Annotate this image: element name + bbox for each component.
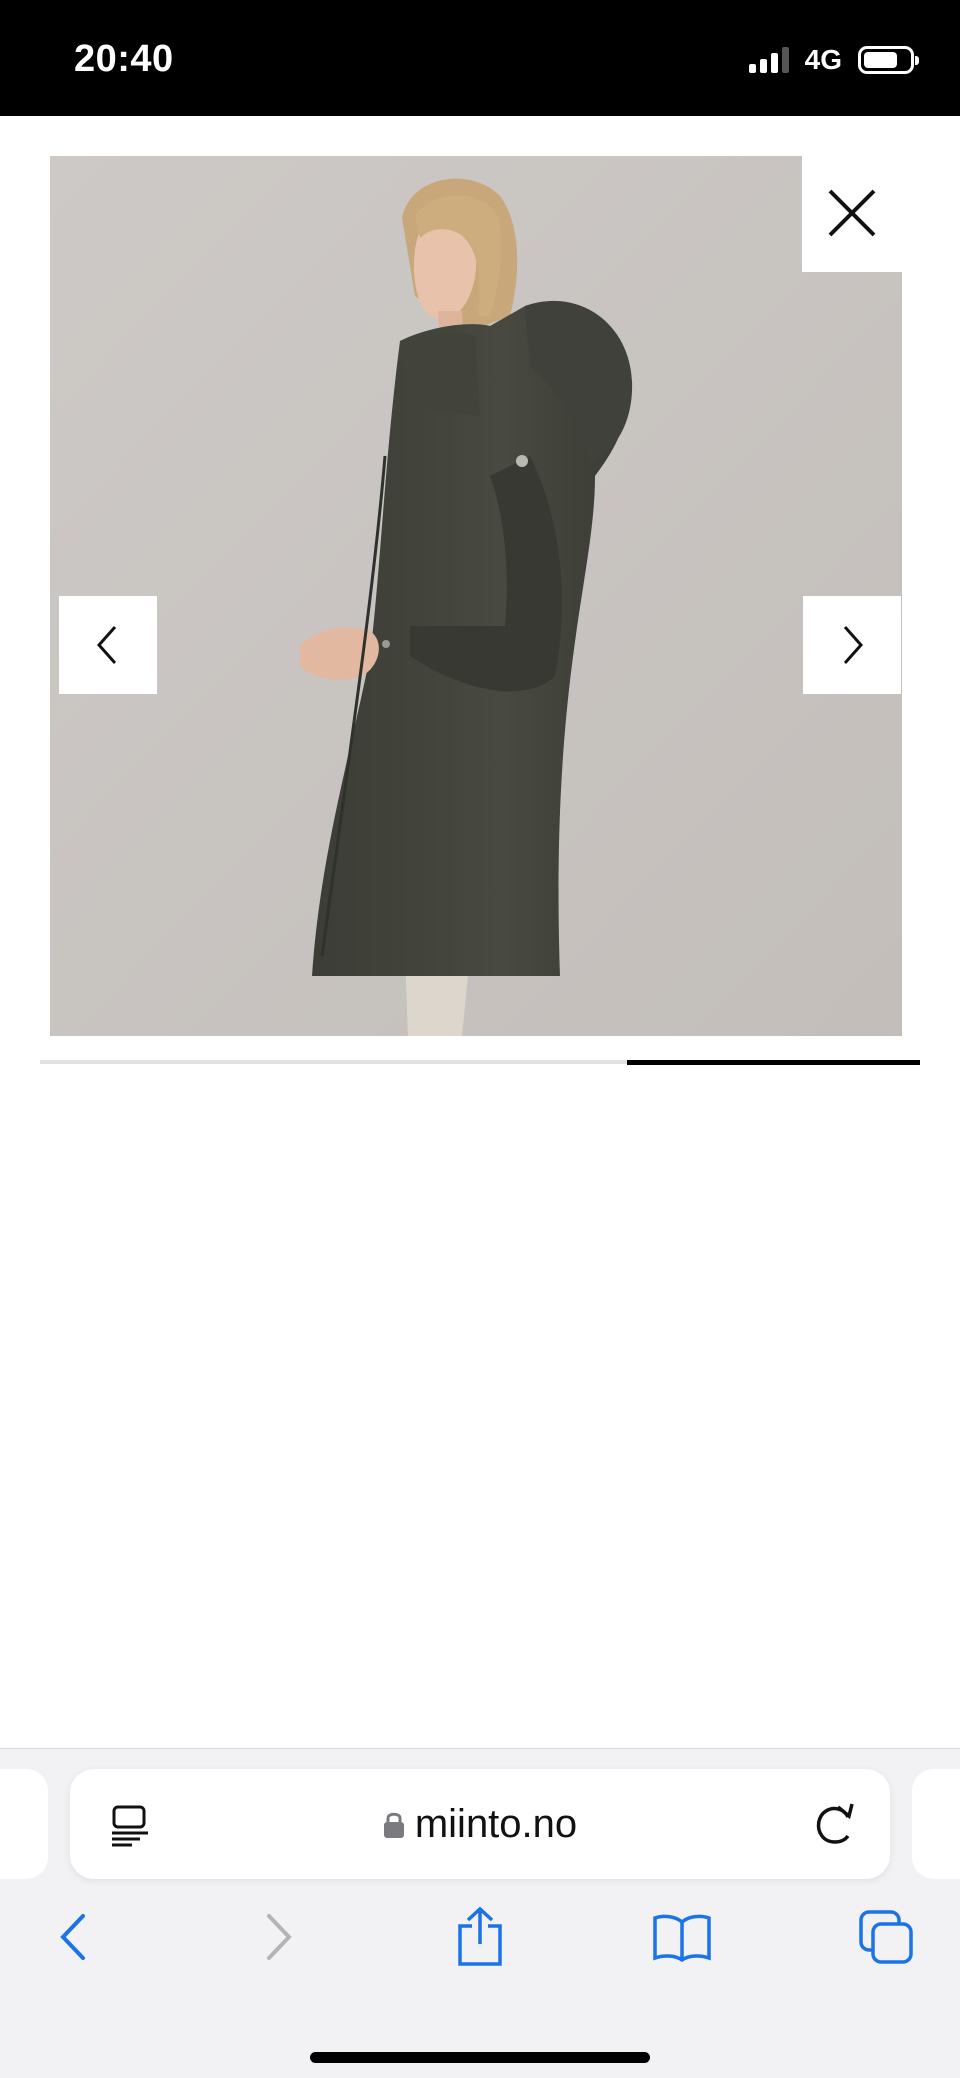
bookmarks-button[interactable] xyxy=(650,1905,714,1969)
back-icon xyxy=(60,1914,85,1960)
gallery-progress-fill xyxy=(627,1060,920,1065)
chevron-right-icon xyxy=(843,626,864,664)
gallery-progress xyxy=(40,1060,920,1065)
close-gallery-button[interactable] xyxy=(802,154,902,272)
chevron-left-icon xyxy=(96,626,117,664)
forward-icon xyxy=(267,1914,292,1960)
home-indicator[interactable] xyxy=(310,2052,650,2063)
battery-icon xyxy=(858,46,919,74)
address-bar[interactable]: miinto.no xyxy=(70,1769,890,1879)
lock-icon xyxy=(383,1812,404,1838)
forward-button[interactable] xyxy=(248,1905,312,1969)
url-text[interactable]: miinto.no xyxy=(415,1802,577,1847)
product-image[interactable] xyxy=(50,156,902,1036)
close-icon xyxy=(828,189,876,237)
page: 20:40 4G miinto.no xyxy=(0,0,960,2078)
status-bar: 20:40 4G xyxy=(0,0,960,116)
browser-chrome: miinto.no xyxy=(0,1748,960,2078)
prev-image-button[interactable] xyxy=(59,596,157,694)
browser-toolbar xyxy=(0,1899,960,1979)
signal-icon xyxy=(748,47,789,73)
url-display: miinto.no xyxy=(70,1769,890,1879)
share-icon xyxy=(458,1906,502,1966)
back-button[interactable] xyxy=(40,1905,104,1969)
share-button[interactable] xyxy=(448,1905,512,1969)
status-indicators: 4G xyxy=(748,44,919,76)
bookmarks-icon xyxy=(653,1914,711,1962)
tabs-button[interactable] xyxy=(854,1905,918,1969)
next-tab-preview[interactable] xyxy=(912,1769,960,1879)
status-time: 20:40 xyxy=(74,38,174,80)
reload-icon[interactable] xyxy=(812,1801,858,1847)
next-image-button[interactable] xyxy=(803,596,901,694)
product-photo xyxy=(50,156,902,1036)
battery-level xyxy=(864,52,897,68)
tabs-icon xyxy=(859,1910,913,1964)
previous-tab-preview[interactable] xyxy=(0,1769,48,1879)
reader-mode-icon[interactable] xyxy=(108,1803,152,1847)
network-type: 4G xyxy=(804,44,842,75)
